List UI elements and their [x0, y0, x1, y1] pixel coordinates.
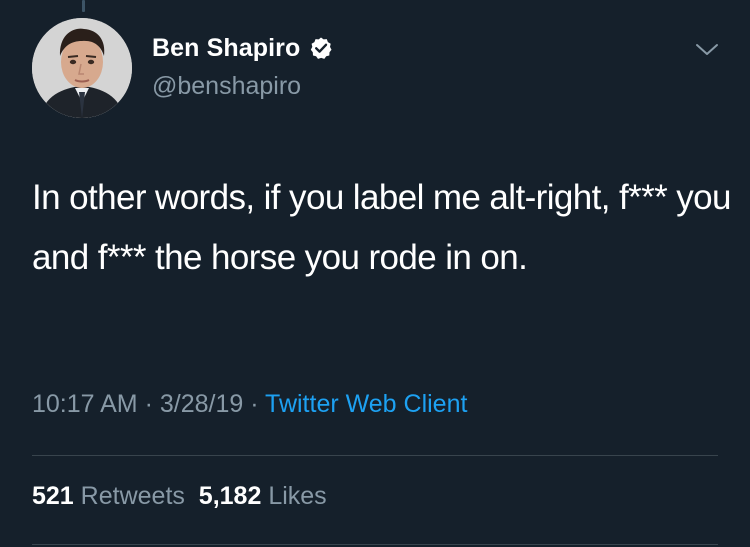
tweet-date[interactable]: 3/28/19 [160, 390, 243, 418]
divider [32, 544, 718, 545]
thread-connector-line [82, 0, 85, 12]
author-handle[interactable]: @benshapiro [152, 72, 301, 101]
tweet-meta: 10:17 AM · 3/28/19 · Twitter Web Client [32, 390, 467, 419]
tweet-time[interactable]: 10:17 AM [32, 390, 138, 418]
tweet-source-link[interactable]: Twitter Web Client [265, 390, 467, 418]
author-name-row: Ben Shapiro [152, 30, 333, 66]
tweet-detail: Ben Shapiro @benshapiro In other words, … [0, 0, 750, 547]
retweets-label: Retweets [80, 482, 185, 510]
retweets-count: 521 [32, 482, 74, 510]
avatar-image [32, 18, 132, 118]
divider [32, 455, 718, 456]
likes-label: Likes [268, 482, 327, 510]
chevron-down-icon[interactable] [694, 40, 720, 60]
likes-count: 5,182 [198, 482, 262, 510]
author-display-name[interactable]: Ben Shapiro [152, 34, 300, 63]
meta-separator: · [243, 390, 266, 418]
retweets-stat[interactable]: 521 Retweets [32, 482, 185, 510]
tweet-text: In other words, if you label me alt-righ… [32, 178, 741, 277]
tweet-stats: 521 Retweets 5,182 Likes [32, 482, 327, 511]
verified-badge-icon [309, 36, 333, 60]
avatar[interactable] [32, 18, 132, 118]
meta-separator: · [137, 390, 160, 418]
likes-stat[interactable]: 5,182 Likes [199, 482, 327, 510]
